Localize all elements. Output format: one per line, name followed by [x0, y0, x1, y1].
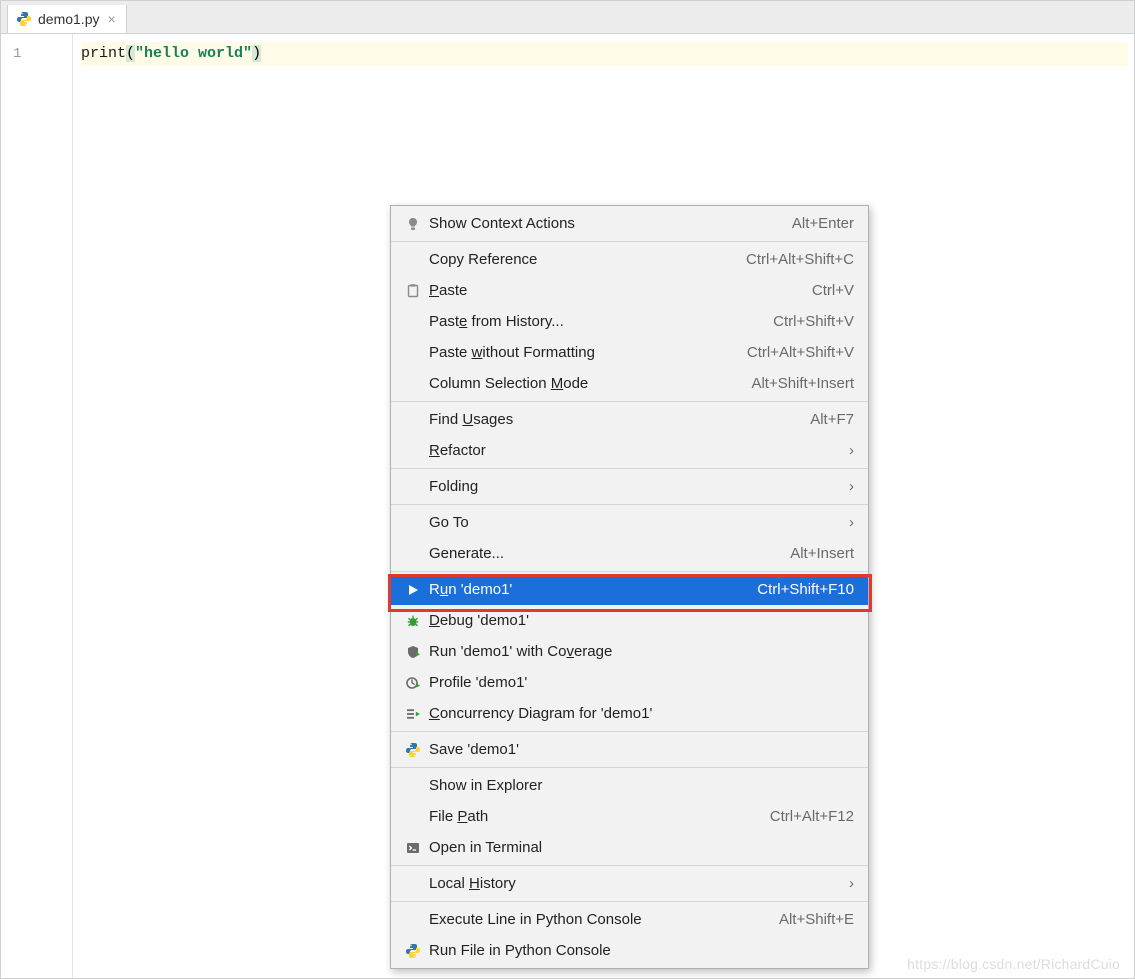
- menu-item-shortcut: Ctrl+V: [812, 282, 854, 299]
- menu-item[interactable]: File PathCtrl+Alt+F12: [391, 801, 868, 832]
- paste-icon: [401, 283, 425, 299]
- menu-item-shortcut: Ctrl+Alt+F12: [770, 808, 854, 825]
- menu-item-shortcut: Alt+Insert: [790, 545, 854, 562]
- python-icon: [401, 742, 425, 758]
- menu-item-label: Copy Reference: [425, 251, 746, 268]
- menu-item[interactable]: Go To›: [391, 507, 868, 538]
- menu-item-label: Find Usages: [425, 411, 810, 428]
- menu-item[interactable]: Run 'demo1' with Coverage: [391, 636, 868, 667]
- token-close-paren: ): [252, 45, 261, 62]
- coverage-icon: [401, 644, 425, 660]
- menu-item-shortcut: Ctrl+Alt+Shift+C: [746, 251, 854, 268]
- menu-item[interactable]: Generate...Alt+Insert: [391, 538, 868, 569]
- python-file-icon: [16, 11, 32, 27]
- menu-item-label: Run 'demo1' with Coverage: [425, 643, 854, 660]
- token-open-paren: (: [126, 45, 135, 62]
- menu-item-shortcut: Alt+Enter: [792, 215, 854, 232]
- code-line-1[interactable]: print("hello world"): [81, 42, 1128, 66]
- submenu-arrow-icon: ›: [841, 875, 854, 892]
- menu-item[interactable]: Refactor›: [391, 435, 868, 466]
- menu-item[interactable]: Local History›: [391, 868, 868, 899]
- line-number: 1: [1, 42, 72, 66]
- menu-item-shortcut: Ctrl+Shift+V: [773, 313, 854, 330]
- menu-item[interactable]: Execute Line in Python ConsoleAlt+Shift+…: [391, 904, 868, 935]
- menu-item-label: Show in Explorer: [425, 777, 854, 794]
- menu-item[interactable]: Paste from History...Ctrl+Shift+V: [391, 306, 868, 337]
- menu-item-label: Run 'demo1': [425, 581, 757, 598]
- menu-item[interactable]: Save 'demo1': [391, 734, 868, 765]
- menu-item-shortcut: Ctrl+Alt+Shift+V: [747, 344, 854, 361]
- menu-item-label: Paste from History...: [425, 313, 773, 330]
- menu-item[interactable]: Run File in Python Console: [391, 935, 868, 966]
- debug-icon: [401, 613, 425, 629]
- menu-item[interactable]: PasteCtrl+V: [391, 275, 868, 306]
- menu-item-label: Debug 'demo1': [425, 612, 854, 629]
- token-fn: print: [81, 45, 126, 62]
- menu-item-label: Column Selection Mode: [425, 375, 751, 392]
- terminal-icon: [401, 840, 425, 856]
- menu-item-shortcut: Ctrl+Shift+F10: [757, 581, 854, 598]
- menu-item-shortcut: Alt+Shift+E: [779, 911, 854, 928]
- lightbulb-icon: [401, 216, 425, 232]
- menu-item[interactable]: Open in Terminal: [391, 832, 868, 863]
- menu-item-label: Execute Line in Python Console: [425, 911, 779, 928]
- tab-filename: demo1.py: [38, 11, 99, 27]
- menu-item-label: Go To: [425, 514, 841, 531]
- menu-item[interactable]: Show Context ActionsAlt+Enter: [391, 208, 868, 239]
- menu-item-label: Run File in Python Console: [425, 942, 854, 959]
- menu-item-label: Paste: [425, 282, 812, 299]
- menu-item[interactable]: Column Selection ModeAlt+Shift+Insert: [391, 368, 868, 399]
- menu-item-label: Profile 'demo1': [425, 674, 854, 691]
- menu-item[interactable]: Folding›: [391, 471, 868, 502]
- menu-item-label: Save 'demo1': [425, 741, 854, 758]
- menu-item[interactable]: Show in Explorer: [391, 770, 868, 801]
- menu-item-shortcut: Alt+Shift+Insert: [751, 375, 854, 392]
- menu-item[interactable]: Paste without FormattingCtrl+Alt+Shift+V: [391, 337, 868, 368]
- profile-icon: [401, 675, 425, 691]
- file-tab[interactable]: demo1.py ×: [7, 5, 127, 33]
- menu-item-label: File Path: [425, 808, 770, 825]
- python-icon: [401, 943, 425, 959]
- run-icon: [401, 583, 425, 597]
- menu-item[interactable]: Copy ReferenceCtrl+Alt+Shift+C: [391, 244, 868, 275]
- menu-item[interactable]: Run 'demo1'Ctrl+Shift+F10: [391, 574, 868, 605]
- tab-close-icon[interactable]: ×: [105, 12, 117, 26]
- editor-tabbar: demo1.py ×: [1, 1, 1134, 34]
- context-menu: Show Context ActionsAlt+Enter Copy Refere…: [390, 205, 869, 969]
- menu-item[interactable]: Concurrency Diagram for 'demo1': [391, 698, 868, 729]
- menu-item-label: Concurrency Diagram for 'demo1': [425, 705, 854, 722]
- menu-item-label: Open in Terminal: [425, 839, 854, 856]
- concurrency-icon: [401, 706, 425, 722]
- submenu-arrow-icon: ›: [841, 514, 854, 531]
- menu-item-label: Local History: [425, 875, 841, 892]
- menu-item-label: Show Context Actions: [425, 215, 792, 232]
- menu-item-shortcut: Alt+F7: [810, 411, 854, 428]
- menu-item-label: Paste without Formatting: [425, 344, 747, 361]
- menu-item-label: Folding: [425, 478, 841, 495]
- submenu-arrow-icon: ›: [841, 442, 854, 459]
- menu-item[interactable]: Find UsagesAlt+F7: [391, 404, 868, 435]
- menu-item-label: Generate...: [425, 545, 790, 562]
- line-gutter: 1: [1, 34, 73, 978]
- menu-item[interactable]: Debug 'demo1': [391, 605, 868, 636]
- menu-item-label: Refactor: [425, 442, 841, 459]
- token-string: "hello world": [135, 45, 252, 62]
- menu-item[interactable]: Profile 'demo1': [391, 667, 868, 698]
- submenu-arrow-icon: ›: [841, 478, 854, 495]
